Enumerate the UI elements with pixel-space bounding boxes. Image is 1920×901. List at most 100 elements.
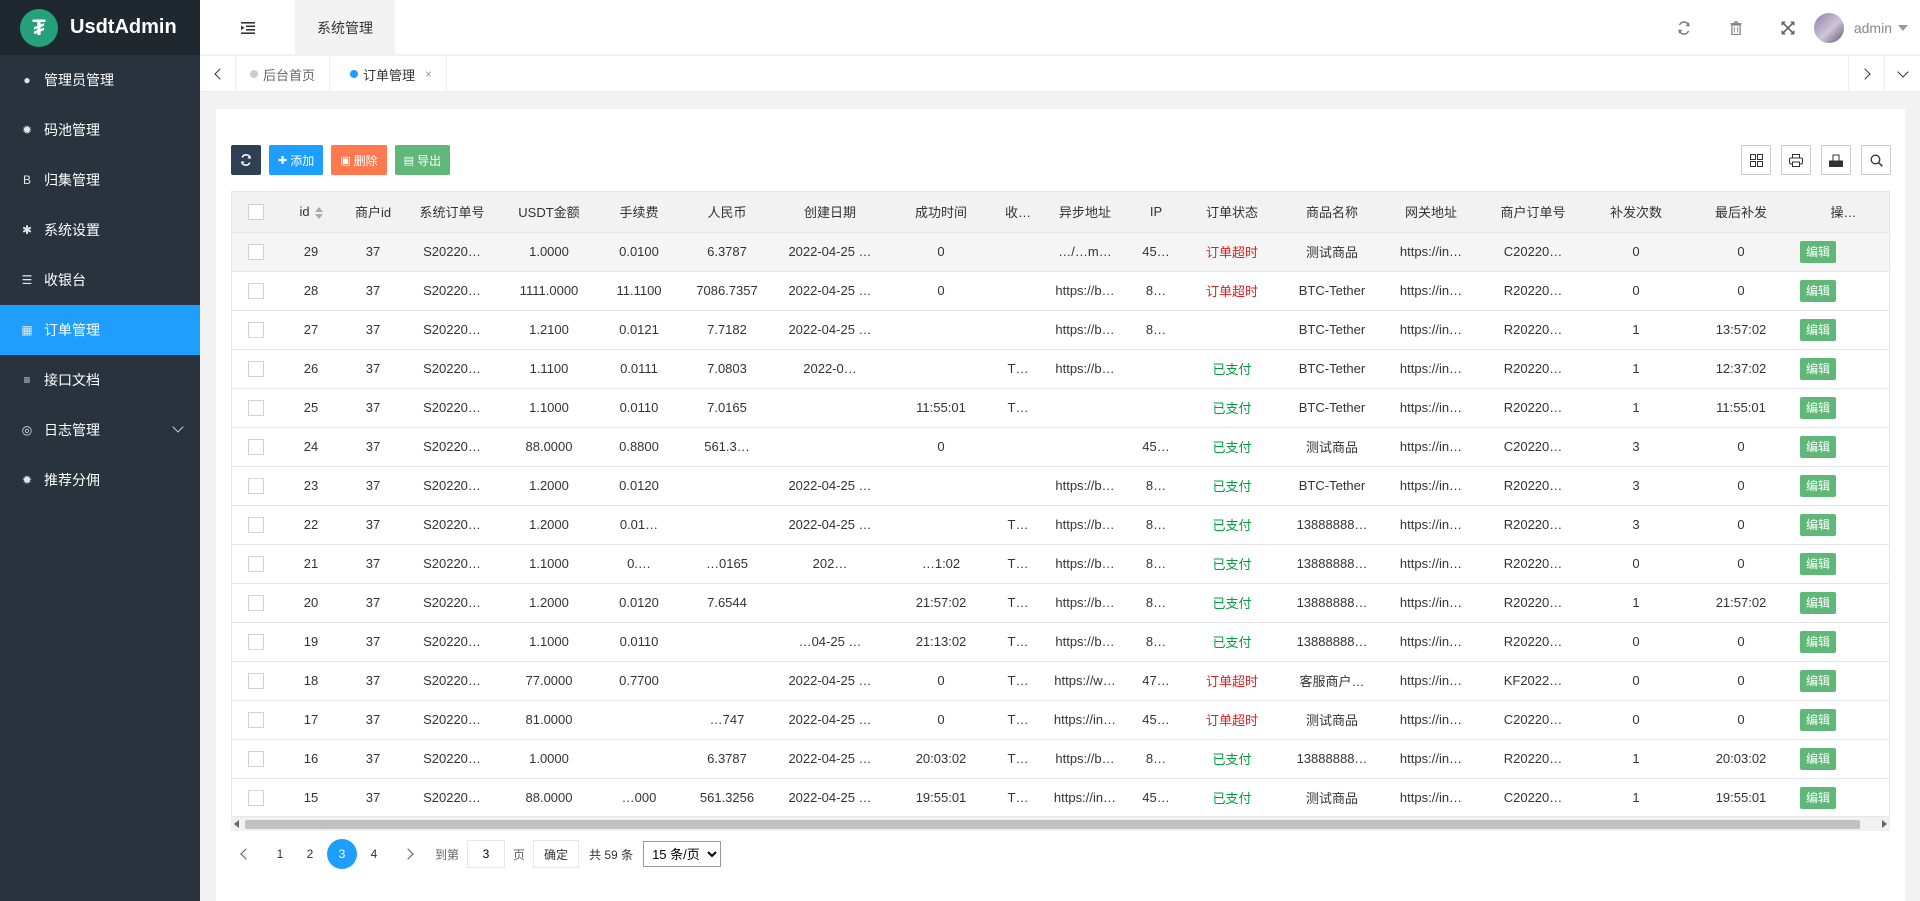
edit-button[interactable]: 编辑: [1800, 357, 1837, 380]
column-header[interactable]: id: [280, 192, 342, 233]
goto-confirm-button[interactable]: 确定: [533, 840, 580, 868]
logo[interactable]: ₮ UsdtAdmin: [0, 0, 200, 55]
table-row[interactable]: 25 37 S20220… 1.1000 0.0110 7.0165 11:55:01 T… 已…: [232, 388, 1889, 428]
row-checkbox[interactable]: [248, 594, 264, 611]
table-row[interactable]: 15 37 S20220… 88.0000 …000 561.3256 2022-04-25…: [232, 778, 1889, 818]
row-checkbox[interactable]: [248, 360, 264, 377]
edit-button[interactable]: 编辑: [1800, 747, 1837, 770]
sidebar-item-0[interactable]: ● 管理员管理: [0, 55, 200, 105]
row-checkbox[interactable]: [248, 321, 264, 338]
print-button[interactable]: [1781, 145, 1811, 175]
edit-button[interactable]: 编辑: [1800, 552, 1837, 575]
delete-button[interactable]: ▣ 删除: [331, 145, 387, 175]
table-row[interactable]: 21 37 S20220… 1.1000 0.… …0165 202… …1:02 T… http…: [232, 544, 1889, 584]
column-header[interactable]: 收…: [996, 192, 1040, 233]
column-header[interactable]: 订单状态: [1182, 192, 1282, 233]
edit-button[interactable]: 编辑: [1800, 669, 1837, 692]
edit-button[interactable]: 编辑: [1800, 513, 1837, 536]
caret-down-icon[interactable]: [1898, 24, 1908, 31]
table-row[interactable]: 28 37 S20220… 1111.0000 11.1100 7086.7357 2022…: [232, 271, 1889, 311]
edit-button[interactable]: 编辑: [1800, 474, 1837, 497]
row-checkbox[interactable]: [248, 516, 264, 533]
column-header[interactable]: 系统订单号: [404, 192, 500, 233]
column-header[interactable]: USDT金额: [500, 192, 598, 233]
column-header[interactable]: 最后补发: [1686, 192, 1796, 233]
tabs-scroll-left-button[interactable]: [200, 56, 236, 92]
table-row[interactable]: 27 37 S20220… 1.2100 0.0121 7.7182 2022-04-25 …: [232, 310, 1889, 350]
search-button[interactable]: [1861, 145, 1891, 175]
page-link[interactable]: 4: [361, 841, 387, 867]
row-checkbox[interactable]: [248, 789, 264, 806]
edit-button[interactable]: 编辑: [1800, 630, 1837, 653]
column-header[interactable]: 人民币: [680, 192, 774, 233]
table-row[interactable]: 29 37 S20220… 1.0000 0.0100 6.3787 2022-04-25 …: [232, 232, 1889, 272]
page-current[interactable]: 3: [327, 839, 357, 869]
prev-page-button[interactable]: [231, 841, 257, 867]
horizontal-scrollbar[interactable]: [231, 816, 1890, 831]
row-checkbox[interactable]: [248, 750, 264, 767]
column-header[interactable]: 商品名称: [1282, 192, 1382, 233]
column-header[interactable]: 异步地址: [1040, 192, 1130, 233]
username[interactable]: admin: [1854, 20, 1892, 36]
sidebar-item-3[interactable]: ✱ 系统设置: [0, 205, 200, 255]
scroll-left-arrow-icon[interactable]: [234, 820, 239, 828]
fullscreen-icon[interactable]: [1762, 0, 1814, 55]
column-header[interactable]: 网关地址: [1382, 192, 1480, 233]
add-button[interactable]: ✚ 添加: [269, 145, 324, 175]
sort-icon[interactable]: [314, 206, 323, 219]
edit-button[interactable]: 编辑: [1800, 240, 1837, 263]
menu-toggle-button[interactable]: [200, 0, 295, 55]
table-row[interactable]: 17 37 S20220… 81.0000 …747 2022-04-25 … 0 T… htt…: [232, 700, 1889, 740]
sidebar-item-1[interactable]: ✹ 码池管理: [0, 105, 200, 155]
goto-page-input[interactable]: [467, 840, 506, 868]
edit-button[interactable]: 编辑: [1800, 708, 1837, 731]
close-icon[interactable]: ×: [425, 67, 432, 81]
row-checkbox[interactable]: [248, 555, 264, 572]
module-tab-system[interactable]: 系统管理: [295, 0, 395, 55]
tabs-menu-button[interactable]: [1884, 56, 1920, 92]
column-header[interactable]: 手续费: [598, 192, 680, 233]
next-page-button[interactable]: [397, 841, 423, 867]
edit-button[interactable]: 编辑: [1800, 786, 1837, 809]
tab-order-management[interactable]: 订单管理 ×: [336, 56, 448, 92]
table-row[interactable]: 19 37 S20220… 1.1000 0.0110 …04-25 … 21:13:02 T…: [232, 622, 1889, 662]
table-row[interactable]: 18 37 S20220… 77.0000 0.7700 2022-04-25 … 0 T… h…: [232, 661, 1889, 701]
column-header[interactable]: 成功时间: [886, 192, 996, 233]
table-row[interactable]: 20 37 S20220… 1.2000 0.0120 7.6544 21:57:02 T… h…: [232, 583, 1889, 623]
refresh-button[interactable]: [231, 145, 261, 175]
select-all-checkbox[interactable]: [248, 204, 264, 221]
row-checkbox[interactable]: [248, 282, 264, 299]
column-header[interactable]: 创建日期: [774, 192, 886, 233]
row-checkbox[interactable]: [248, 243, 264, 260]
chevron-down-icon[interactable]: [172, 421, 184, 433]
row-checkbox[interactable]: [248, 633, 264, 650]
table-row[interactable]: 24 37 S20220… 88.0000 0.8800 561.3… 0 45… 已支付 测试商…: [232, 427, 1889, 467]
edit-button[interactable]: 编辑: [1800, 318, 1837, 341]
sidebar-item-6[interactable]: ≡ 接口文档: [0, 355, 200, 405]
row-checkbox[interactable]: [248, 399, 264, 416]
column-header[interactable]: 商户id: [342, 192, 404, 233]
edit-button[interactable]: 编辑: [1800, 396, 1837, 419]
page-size-select[interactable]: 15 条/页: [643, 841, 722, 867]
table-row[interactable]: 22 37 S20220… 1.2000 0.01… 2022-04-25 … T… http…: [232, 505, 1889, 545]
trash-icon[interactable]: [1710, 0, 1762, 55]
row-checkbox[interactable]: [248, 711, 264, 728]
page-link[interactable]: 1: [267, 841, 293, 867]
table-row[interactable]: 16 37 S20220… 1.0000 6.3787 2022-04-25 … 20:03…: [232, 739, 1889, 779]
export-table-button[interactable]: [1821, 145, 1851, 175]
edit-button[interactable]: 编辑: [1800, 279, 1837, 302]
row-checkbox[interactable]: [248, 672, 264, 689]
edit-button[interactable]: 编辑: [1800, 435, 1837, 458]
sidebar-item-5[interactable]: ▦ 订单管理: [0, 305, 200, 355]
tabs-scroll-right-button[interactable]: [1848, 56, 1884, 92]
row-checkbox[interactable]: [248, 477, 264, 494]
column-header[interactable]: 商户订单号: [1480, 192, 1586, 233]
tab-dashboard[interactable]: 后台首页: [236, 56, 331, 92]
sidebar-item-4[interactable]: ☰ 收银台: [0, 255, 200, 305]
table-row[interactable]: 26 37 S20220… 1.1100 0.0111 7.0803 2022-0… T… ht…: [232, 349, 1889, 389]
export-button[interactable]: ▤ 导出: [394, 145, 451, 175]
sidebar-item-7[interactable]: ◎ 日志管理: [0, 405, 200, 455]
row-checkbox[interactable]: [248, 438, 264, 455]
columns-toggle-button[interactable]: [1741, 145, 1771, 175]
sidebar-item-2[interactable]: B 归集管理: [0, 155, 200, 205]
